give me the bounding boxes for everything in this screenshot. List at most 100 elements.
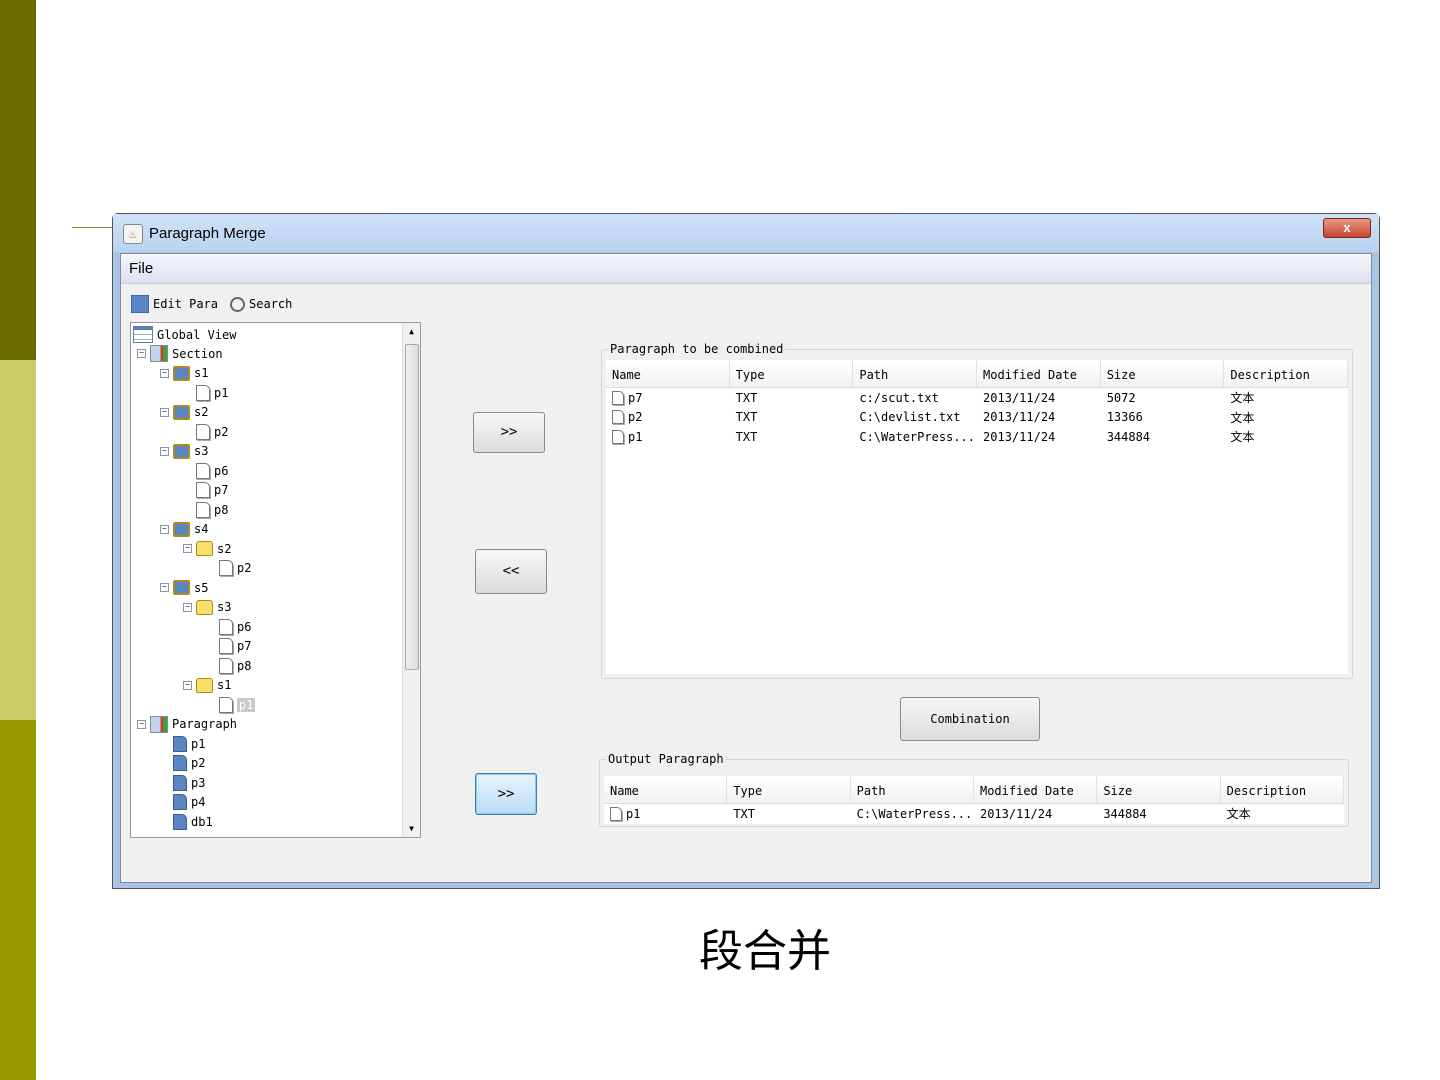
combination-button[interactable]: Combination (900, 697, 1040, 741)
tree-node[interactable]: − Paragraph (137, 715, 237, 734)
collapse-icon[interactable]: − (137, 349, 146, 358)
table-cell: 2013/11/24 (977, 410, 1101, 424)
tree-node-label: p2 (191, 756, 206, 770)
scroll-up-icon[interactable]: ▲ (403, 327, 420, 336)
cell-text: C:\WaterPress... (859, 429, 975, 444)
column-header[interactable]: Description (1224, 360, 1349, 387)
tree-node-label: s3 (217, 600, 232, 614)
tree-node[interactable]: p6 (183, 461, 228, 480)
file-icon (612, 429, 624, 444)
collapse-icon[interactable]: − (183, 602, 192, 612)
table-cell: TXT (730, 391, 854, 405)
tree-root[interactable]: Global View (133, 325, 236, 344)
scroll-down-icon[interactable]: ▼ (403, 824, 420, 833)
tree-node-label: p7 (237, 639, 252, 653)
tree-node[interactable]: − s4 (160, 520, 208, 539)
tree-node[interactable]: p1 (183, 383, 228, 402)
tree-node[interactable]: p2 (206, 559, 251, 578)
tree-node-label: s2 (217, 541, 232, 556)
column-header[interactable]: Path (853, 360, 978, 387)
tree-node[interactable]: db1 (160, 812, 213, 831)
tree-node[interactable]: p3 (160, 773, 205, 792)
page-icon (196, 462, 210, 479)
section-folder-icon (173, 521, 190, 537)
combined-table[interactable]: Name Type Path Modified Date Size Description… (606, 360, 1349, 674)
table-row[interactable]: p1 TXT C:\WaterPress... 2013/11/24 344884 文本 (606, 427, 1348, 447)
tree-node[interactable]: − s1 (160, 364, 208, 383)
tree-node[interactable]: − s5 (160, 578, 208, 597)
close-button[interactable]: x (1323, 218, 1371, 238)
tree-node[interactable]: p1 (160, 734, 205, 753)
output-button[interactable]: >> (475, 773, 537, 815)
add-to-combine-button[interactable]: >> (473, 412, 545, 453)
collapse-icon[interactable]: − (137, 719, 146, 729)
page-icon (196, 501, 210, 518)
slide-band-top (0, 0, 36, 360)
collapse-icon[interactable]: − (160, 583, 169, 592)
table-row[interactable]: p7 TXT c:/scut.txt 2013/11/24 5072 文本 (606, 388, 1348, 408)
client-area: File Edit Para Search Global View ▲ ▼ − S… (120, 253, 1372, 883)
scroll-thumb[interactable] (405, 344, 419, 670)
tree-root-label: Global View (157, 327, 237, 342)
slide-caption: 段合并 (699, 926, 831, 977)
tree-node[interactable]: p8 (206, 656, 251, 675)
combined-group-label: Paragraph to be combined (608, 342, 786, 356)
tree-node[interactable]: p7 (183, 481, 228, 500)
tree-node-label: s1 (217, 678, 232, 692)
toolbar: Edit Para Search (131, 292, 292, 316)
column-header[interactable]: Name (604, 776, 728, 803)
tree-node[interactable]: p2 (160, 754, 205, 773)
column-header[interactable]: Modified Date (977, 360, 1101, 387)
tree-node[interactable]: − Section (137, 344, 223, 363)
tree-node-label: p2 (214, 424, 229, 439)
folder-icon (196, 541, 213, 556)
global-view-tree[interactable]: Global View ▲ ▼ − Section − s1 p1− s2 p2− s3 p6 p… (130, 322, 421, 838)
collapse-icon[interactable]: − (160, 446, 169, 456)
table-row[interactable]: p1 TXT C:\WaterPress... 2013/11/24 344884 文本 (604, 804, 1344, 824)
collapse-icon[interactable]: − (160, 368, 169, 378)
column-header[interactable]: Modified Date (974, 776, 1098, 803)
tree-node[interactable]: − s2 (183, 539, 231, 558)
tree-node[interactable]: − s1 (183, 676, 231, 695)
remove-from-combine-button[interactable]: << (475, 549, 547, 594)
tree-node[interactable]: p2 (183, 422, 228, 441)
paragraph-icon (173, 735, 187, 752)
column-header[interactable]: Description (1221, 776, 1344, 803)
tree-node-label: p7 (214, 483, 229, 497)
column-header[interactable]: Size (1101, 360, 1225, 387)
column-header[interactable]: Path (851, 776, 974, 803)
collapse-icon[interactable]: − (160, 524, 169, 534)
tree-node[interactable]: − s3 (160, 442, 208, 461)
collapse-icon[interactable]: − (160, 407, 169, 417)
tree-node[interactable]: − s3 (183, 598, 231, 617)
file-icon (612, 390, 624, 405)
cell-text: c:/scut.txt (859, 390, 939, 405)
table-cell: C:\devlist.txt (853, 410, 977, 424)
column-header[interactable]: Type (730, 360, 854, 387)
output-table[interactable]: Name Type Path Modified Date Size Description… (604, 776, 1344, 824)
tree-node[interactable]: p6 (206, 617, 251, 636)
edit-para-button[interactable]: Edit Para (153, 297, 218, 311)
combined-group: Paragraph to be combined Name Type Path Mod… (601, 342, 1353, 679)
section-folder-icon (173, 580, 190, 595)
tree-node[interactable]: − s2 (160, 403, 208, 422)
cell-text: 5072 (1106, 390, 1136, 405)
menu-bar: File (121, 254, 1371, 284)
tree-node[interactable]: p7 (206, 637, 251, 656)
column-header[interactable]: Size (1097, 776, 1221, 803)
cell-text: TXT (735, 390, 758, 405)
column-header[interactable]: Type (727, 776, 851, 803)
tree-node[interactable]: p4 (160, 793, 205, 812)
search-button[interactable]: Search (249, 297, 292, 311)
tree-node-label: p1 (191, 736, 206, 751)
tree-node[interactable]: p1 (206, 695, 256, 714)
menu-file[interactable]: File (129, 260, 153, 277)
column-header[interactable]: Name (606, 360, 730, 387)
collapse-icon[interactable]: − (183, 680, 192, 690)
collapse-icon[interactable]: − (183, 544, 192, 553)
tree-scrollbar[interactable]: ▲ ▼ (402, 323, 420, 837)
tree-node[interactable]: p8 (183, 500, 228, 519)
tree-node-label: p1 (214, 385, 229, 400)
table-row[interactable]: p2 TXT C:\devlist.txt 2013/11/24 13366 文本 (606, 408, 1348, 428)
cell-text: TXT (733, 806, 756, 821)
